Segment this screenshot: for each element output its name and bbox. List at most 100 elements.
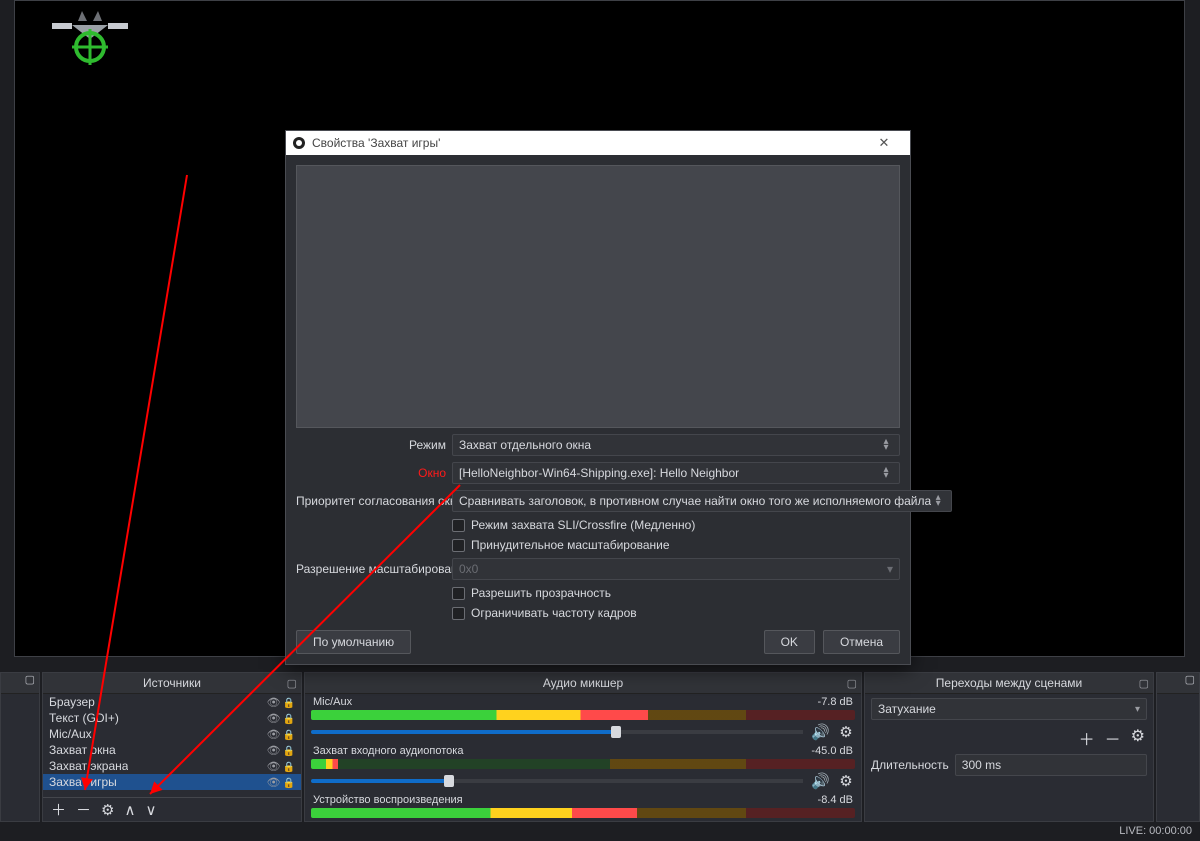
source-row[interactable]: Текст (GDI+) bbox=[43, 710, 301, 726]
transition-type-value: Затухание bbox=[878, 702, 936, 716]
limit-fps-checkbox-label: Ограничивать частоту кадров bbox=[471, 606, 637, 620]
sli-checkbox-label: Режим захвата SLI/Crossfire (Медленно) bbox=[471, 518, 695, 532]
move-up-button[interactable]: ∧ bbox=[124, 801, 135, 819]
priority-label: Приоритет согласования окна bbox=[296, 494, 446, 508]
visibility-toggle[interactable] bbox=[267, 743, 281, 757]
spinner-icon: ▴▾ bbox=[931, 495, 945, 507]
volume-slider[interactable] bbox=[311, 730, 803, 734]
float-icon[interactable]: ▢ bbox=[25, 674, 35, 686]
source-row[interactable]: Захват экрана bbox=[43, 758, 301, 774]
cancel-button[interactable]: Отмена bbox=[823, 630, 900, 654]
force-scale-checkbox[interactable] bbox=[452, 539, 465, 552]
defaults-button[interactable]: По умолчанию bbox=[296, 630, 411, 654]
ok-button[interactable]: OK bbox=[764, 630, 815, 654]
channel-db: -7.8 dB bbox=[818, 696, 853, 708]
visibility-toggle[interactable] bbox=[267, 727, 281, 741]
lock-toggle[interactable] bbox=[283, 727, 295, 741]
transition-type-select[interactable]: Затухание ▾ bbox=[871, 698, 1147, 720]
channel-settings-button[interactable] bbox=[837, 723, 855, 741]
sources-title: Источники bbox=[143, 676, 201, 690]
controls-panel-collapsed[interactable]: ▢ bbox=[1156, 672, 1200, 822]
remove-button[interactable]: － bbox=[76, 799, 91, 820]
source-name: Браузер bbox=[49, 695, 95, 709]
mute-button[interactable] bbox=[811, 772, 829, 790]
lock-toggle[interactable] bbox=[283, 711, 295, 725]
vu-meter bbox=[311, 759, 855, 769]
transitions-title: Переходы между сценами bbox=[936, 676, 1082, 690]
add-transition-button[interactable]: ＋ bbox=[1079, 726, 1095, 750]
sources-panel: Источники ▢ Браузер Текст (GDI+) Mic/Aux За… bbox=[42, 672, 302, 822]
visibility-toggle[interactable] bbox=[267, 759, 281, 773]
add-button[interactable]: ＋ bbox=[51, 799, 66, 820]
mixer-title: Аудио микшер bbox=[543, 676, 623, 690]
source-name: Текст (GDI+) bbox=[49, 711, 119, 725]
transparency-checkbox[interactable] bbox=[452, 587, 465, 600]
sli-checkbox[interactable] bbox=[452, 519, 465, 532]
source-row[interactable]: Захват игры bbox=[43, 774, 301, 790]
float-icon[interactable]: ▢ bbox=[847, 677, 857, 690]
channel-db: -45.0 dB bbox=[811, 745, 853, 757]
volume-slider[interactable] bbox=[311, 779, 803, 783]
mixer-panel-header[interactable]: Аудио микшер ▢ bbox=[305, 673, 861, 694]
source-row[interactable]: Mic/Aux bbox=[43, 726, 301, 742]
dialog-form: Режим Захват отдельного окна ▴▾ Окно [He… bbox=[286, 434, 910, 620]
game-logo bbox=[47, 7, 133, 65]
mode-select[interactable]: Захват отдельного окна ▴▾ bbox=[452, 434, 900, 456]
visibility-toggle[interactable] bbox=[267, 711, 281, 725]
visibility-toggle[interactable] bbox=[267, 775, 281, 789]
source-name: Захват игры bbox=[49, 775, 117, 789]
float-icon[interactable]: ▢ bbox=[287, 677, 297, 690]
visibility-toggle[interactable] bbox=[267, 695, 281, 709]
float-icon[interactable]: ▢ bbox=[1139, 677, 1149, 690]
source-name: Mic/Aux bbox=[49, 727, 92, 741]
transition-settings-button[interactable] bbox=[1131, 726, 1145, 750]
lock-toggle[interactable] bbox=[283, 743, 295, 757]
channel-db: -8.4 dB bbox=[818, 794, 853, 806]
duration-label: Длительность bbox=[871, 758, 949, 772]
float-icon[interactable]: ▢ bbox=[1185, 674, 1195, 686]
move-down-button[interactable]: ∨ bbox=[145, 801, 156, 819]
mixer-body: Mic/Aux-7.8 dBЗахват входного аудиопоток… bbox=[305, 694, 861, 821]
source-row[interactable]: Браузер bbox=[43, 694, 301, 710]
lock-toggle[interactable] bbox=[283, 759, 295, 773]
source-name: Захват окна bbox=[49, 743, 116, 757]
window-label: Окно bbox=[296, 466, 446, 480]
window-value: [HelloNeighbor-Win64-Shipping.exe]: Hell… bbox=[459, 466, 739, 480]
limit-fps-checkbox[interactable] bbox=[452, 607, 465, 620]
chevron-down-icon: ▾ bbox=[1135, 704, 1140, 715]
audio-mixer-panel: Аудио микшер ▢ Mic/Aux-7.8 dBЗахват вход… bbox=[304, 672, 862, 822]
dialog-source-preview bbox=[296, 165, 900, 428]
sources-panel-header[interactable]: Источники ▢ bbox=[43, 673, 301, 694]
duration-input[interactable]: 300 ms bbox=[955, 754, 1147, 776]
dialog-titlebar[interactable]: Свойства 'Захват игры' ✕ bbox=[286, 131, 910, 155]
chevron-down-icon: ▾ bbox=[887, 562, 893, 576]
sources-list[interactable]: Браузер Текст (GDI+) Mic/Aux Захват окна Зах… bbox=[43, 694, 301, 797]
dialog-title: Свойства 'Захват игры' bbox=[312, 136, 440, 150]
source-name: Захват экрана bbox=[49, 759, 128, 773]
lock-toggle[interactable] bbox=[283, 775, 295, 789]
scale-res-select[interactable]: 0x0 ▾ bbox=[452, 558, 900, 580]
transparency-checkbox-label: Разрешить прозрачность bbox=[471, 586, 611, 600]
mixer-channel: Mic/Aux-7.8 dB bbox=[311, 696, 855, 741]
scale-res-label: Разрешение масштабирования bbox=[296, 562, 446, 576]
mode-value: Захват отдельного окна bbox=[459, 438, 591, 452]
scenes-panel-collapsed[interactable]: ▢ bbox=[0, 672, 40, 822]
vu-meter bbox=[311, 808, 855, 818]
transitions-panel-header[interactable]: Переходы между сценами ▢ bbox=[865, 673, 1153, 694]
mute-button[interactable] bbox=[811, 723, 829, 741]
transitions-panel: Переходы между сценами ▢ Затухание ▾ ＋ －… bbox=[864, 672, 1154, 822]
window-select[interactable]: [HelloNeighbor-Win64-Shipping.exe]: Hell… bbox=[452, 462, 900, 484]
status-live: LIVE: 00:00:00 bbox=[1119, 825, 1192, 837]
remove-transition-button[interactable]: － bbox=[1105, 726, 1121, 750]
obs-icon bbox=[292, 136, 306, 150]
properties-button[interactable] bbox=[101, 801, 114, 819]
priority-select[interactable]: Сравнивать заголовок, в противном случае… bbox=[452, 490, 952, 512]
lock-toggle[interactable] bbox=[283, 695, 295, 709]
channel-settings-button[interactable] bbox=[837, 772, 855, 790]
close-button[interactable]: ✕ bbox=[864, 135, 904, 151]
channel-name: Устройство воспроизведения bbox=[313, 794, 463, 806]
source-row[interactable]: Захват окна bbox=[43, 742, 301, 758]
properties-dialog: Свойства 'Захват игры' ✕ Режим Захват от… bbox=[285, 130, 911, 665]
mode-label: Режим bbox=[296, 438, 446, 452]
sources-toolbar: ＋ － ∧ ∨ bbox=[43, 797, 301, 821]
